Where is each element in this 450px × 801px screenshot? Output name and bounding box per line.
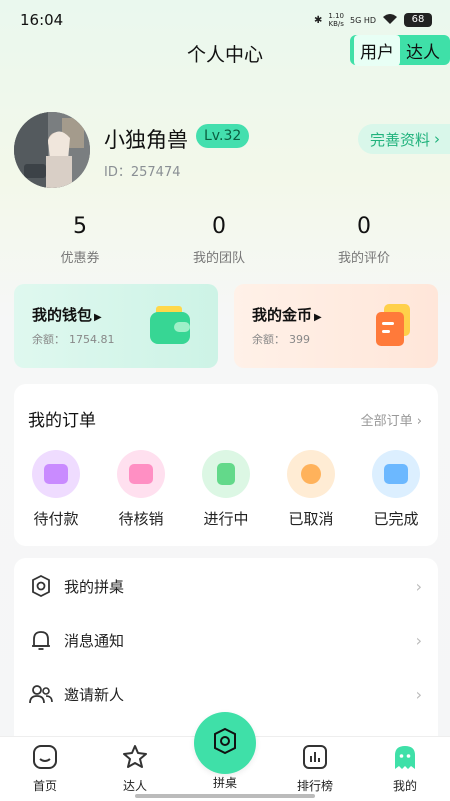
home-indicator[interactable] bbox=[135, 794, 315, 798]
star-icon bbox=[121, 743, 149, 771]
check-icon bbox=[372, 450, 420, 498]
role-option-expert[interactable]: 达人 bbox=[400, 35, 446, 66]
wifi-icon bbox=[382, 13, 398, 28]
nav-experts[interactable]: 达人 bbox=[90, 743, 180, 794]
home-icon bbox=[31, 743, 59, 771]
table-icon bbox=[210, 726, 240, 760]
wallet-icon bbox=[148, 302, 194, 352]
bluetooth-icon: ✱ bbox=[314, 14, 323, 26]
wallet-icon bbox=[32, 450, 80, 498]
triangle-right-icon: ▶ bbox=[314, 312, 322, 323]
order-cancelled[interactable]: 已取消 bbox=[269, 450, 353, 529]
cancel-icon bbox=[287, 450, 335, 498]
nav-ranking[interactable]: 排行榜 bbox=[270, 743, 360, 794]
role-toggle[interactable]: 用户 达人 bbox=[350, 34, 450, 66]
stat-reviews[interactable]: 0 我的评价 bbox=[289, 214, 439, 266]
role-option-user[interactable]: 用户 bbox=[354, 34, 400, 66]
complete-profile-button[interactable]: 完善资料 › bbox=[357, 124, 450, 154]
coin-icon bbox=[370, 302, 416, 352]
chevron-right-icon: › bbox=[415, 684, 422, 704]
all-orders-link[interactable]: 全部订单 › bbox=[361, 410, 422, 429]
orders-title: 我的订单 bbox=[28, 411, 96, 431]
order-pending-verify[interactable]: 待核销 bbox=[99, 450, 183, 529]
orders-panel: 我的订单 全部订单 › 待付款 待核销 进行中 已取消 已完成 bbox=[14, 384, 438, 546]
avatar[interactable] bbox=[14, 112, 90, 188]
ghost-icon bbox=[391, 743, 419, 771]
user-name: 小独角兽 bbox=[104, 128, 188, 152]
nav-tables-button[interactable] bbox=[194, 712, 256, 774]
order-pending-payment[interactable]: 待付款 bbox=[14, 450, 98, 529]
table-icon bbox=[28, 573, 54, 599]
nav-home[interactable]: 首页 bbox=[0, 743, 90, 794]
status-icons: ✱ 1.10 KB/s 5G HD 68 bbox=[314, 12, 432, 28]
menu-item-my-tables[interactable]: 我的拼桌 › bbox=[14, 560, 438, 612]
stat-coupons[interactable]: 5 优惠券 bbox=[5, 214, 155, 266]
coins-balance: 399 bbox=[289, 333, 310, 346]
document-icon bbox=[202, 450, 250, 498]
chevron-right-icon: › bbox=[416, 414, 422, 429]
network-speed: 1.10 KB/s bbox=[328, 12, 344, 28]
chevron-right-icon: › bbox=[415, 576, 422, 596]
chart-icon bbox=[301, 743, 329, 771]
order-in-progress[interactable]: 进行中 bbox=[184, 450, 268, 529]
nav-mine[interactable]: 我的 bbox=[360, 743, 450, 794]
bell-icon bbox=[28, 627, 54, 653]
status-time: 16:04 bbox=[20, 11, 64, 29]
battery-indicator: 68 bbox=[404, 13, 432, 27]
stat-team[interactable]: 0 我的团队 bbox=[144, 214, 294, 266]
coins-card[interactable]: 我的金币 ▶ 余额： 399 bbox=[234, 284, 438, 368]
menu-item-notifications[interactable]: 消息通知 › bbox=[14, 614, 438, 666]
level-badge: Lv.32 bbox=[196, 124, 250, 148]
triangle-right-icon: ▶ bbox=[94, 312, 102, 323]
wallet-balance: 1754.81 bbox=[69, 333, 115, 346]
network-type: 5G HD bbox=[349, 15, 376, 25]
order-completed[interactable]: 已完成 bbox=[354, 450, 438, 529]
nav-tables-label: 拼桌 bbox=[212, 776, 237, 790]
user-id: ID：257474 bbox=[104, 165, 181, 180]
chevron-right-icon: › bbox=[434, 130, 440, 148]
calendar-icon bbox=[117, 450, 165, 498]
users-icon bbox=[28, 681, 54, 707]
chevron-right-icon: › bbox=[415, 630, 422, 650]
wallet-card[interactable]: 我的钱包 ▶ 余额： 1754.81 bbox=[14, 284, 218, 368]
